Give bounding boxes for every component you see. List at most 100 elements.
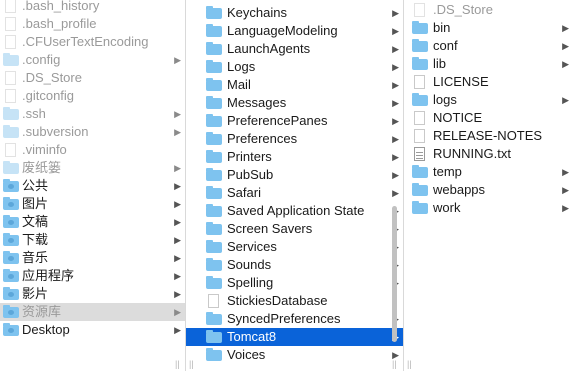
list-item-work[interactable]: work ▶ <box>404 199 573 217</box>
documents-folder-icon <box>3 215 19 228</box>
list-item-printers[interactable]: Printers ▶ <box>186 148 403 166</box>
list-item-item-10[interactable]: 公共 ▶ <box>0 177 185 195</box>
disclosure-arrow-icon: ▶ <box>392 188 399 198</box>
list-item-item-11[interactable]: 图片 ▶ <box>0 195 185 213</box>
list-item-tomcat8[interactable]: Tomcat8▶ <box>186 328 403 346</box>
list-item-screen-savers[interactable]: Screen Savers▶ <box>186 220 403 238</box>
item-label: 废纸篓 <box>22 160 62 175</box>
list-item-item-17[interactable]: 资源库 ▶ <box>0 303 185 321</box>
list-item-ds-store[interactable]: .DS_Store <box>0 69 185 87</box>
list-item-gitconfig[interactable]: .gitconfig <box>0 87 185 105</box>
item-label: Tomcat8 <box>227 329 277 344</box>
item-label: Messages <box>227 95 287 110</box>
list-item-cfusertextencoding[interactable]: .CFUserTextEncoding <box>0 33 185 51</box>
column-resize-handle[interactable]: || <box>189 360 198 369</box>
downloads-folder-icon <box>3 233 19 246</box>
list-item-services[interactable]: Services▶ <box>186 238 403 256</box>
list-item-subversion[interactable]: .subversion ▶ <box>0 123 185 141</box>
list-item-running-txt[interactable]: RUNNING.txt <box>404 145 573 163</box>
folder-icon <box>206 168 222 181</box>
list-item-webapps[interactable]: webapps ▶ <box>404 181 573 199</box>
item-label: PubSub <box>227 167 274 182</box>
item-label: .DS_Store <box>22 70 82 85</box>
list-item-pubsub[interactable]: PubSub ▶ <box>186 166 403 184</box>
item-label: LaunchAgents <box>227 41 311 56</box>
column-resize-handle[interactable]: || <box>392 360 401 369</box>
disclosure-arrow-icon: ▶ <box>392 8 399 18</box>
list-item-languagemodeling[interactable]: LanguageModeling ▶ <box>186 22 403 40</box>
list-item-stickiesdatabase[interactable]: StickiesDatabase <box>186 292 403 310</box>
item-label: 文稿 <box>22 214 49 229</box>
list-item-launchagents[interactable]: LaunchAgents ▶ <box>186 40 403 58</box>
list-item-bash-history[interactable]: .bash_history <box>0 0 185 15</box>
list-item-messages[interactable]: Messages ▶ <box>186 94 403 112</box>
list-item-license[interactable]: LICENSE <box>404 73 573 91</box>
list-item-item-15[interactable]: 应用程序 ▶ <box>0 267 185 285</box>
item-label: NOTICE <box>433 110 483 125</box>
folder-icon <box>3 53 19 66</box>
list-item-syncedpreferences[interactable]: SyncedPreferences▶ <box>186 310 403 328</box>
list-item-item-9[interactable]: 废纸篓 ▶ <box>0 159 185 177</box>
finder-column-library[interactable]: Keychains ▶ LanguageModeling ▶ LaunchAgents ▶… <box>186 0 404 371</box>
list-item-safari[interactable]: Safari ▶ <box>186 184 403 202</box>
list-item-conf[interactable]: conf ▶ <box>404 37 573 55</box>
list-item-item-13[interactable]: 下载 ▶ <box>0 231 185 249</box>
list-item-bin[interactable]: bin ▶ <box>404 19 573 37</box>
document-icon <box>414 111 425 125</box>
disclosure-arrow-icon: ▶ <box>392 170 399 180</box>
folder-icon <box>206 6 222 19</box>
list-item-sounds[interactable]: Sounds▶ <box>186 256 403 274</box>
disclosure-arrow-icon: ▶ <box>562 167 569 177</box>
finder-column-tomcat8[interactable]: .DS_Store bin ▶ conf ▶ lib ▶ LICENSE logs ▶ NOTICE… <box>404 0 573 371</box>
list-item-temp[interactable]: temp ▶ <box>404 163 573 181</box>
movies-folder-icon <box>3 287 19 300</box>
list-item-desktop[interactable]: Desktop ▶ <box>0 321 185 339</box>
list-item-item-12[interactable]: 文稿 ▶ <box>0 213 185 231</box>
disclosure-arrow-icon: ▶ <box>174 163 181 173</box>
folder-icon <box>412 39 428 52</box>
item-label: LanguageModeling <box>227 23 338 38</box>
disclosure-arrow-icon: ▶ <box>562 41 569 51</box>
list-item-bash-profile[interactable]: .bash_profile <box>0 15 185 33</box>
list-item-logs[interactable]: logs ▶ <box>404 91 573 109</box>
folder-icon <box>206 240 222 253</box>
column-resize-handle[interactable]: || <box>175 360 184 369</box>
folder-icon <box>412 93 428 106</box>
item-label: Logs <box>227 59 256 74</box>
folder-icon <box>412 165 428 178</box>
item-label: .config <box>22 52 61 67</box>
list-item-logs[interactable]: Logs ▶ <box>186 58 403 76</box>
list-item-viminfo[interactable]: .viminfo <box>0 141 185 159</box>
list-item-spelling[interactable]: Spelling▶ <box>186 274 403 292</box>
list-item-ds-store[interactable]: .DS_Store <box>404 1 573 19</box>
list-item-saved-application-state[interactable]: Saved Application State▶ <box>186 202 403 220</box>
column-resize-handle[interactable]: || <box>407 360 416 369</box>
list-item-release-notes[interactable]: RELEASE-NOTES <box>404 127 573 145</box>
folder-icon <box>206 132 222 145</box>
list-item-preferencepanes[interactable]: PreferencePanes ▶ <box>186 112 403 130</box>
folder-icon <box>412 201 428 214</box>
item-label: .ssh <box>22 106 46 121</box>
list-item-voices[interactable]: Voices ▶ <box>186 346 403 364</box>
music-folder-icon <box>3 251 19 264</box>
list-item-notice[interactable]: NOTICE <box>404 109 573 127</box>
disclosure-arrow-icon: ▶ <box>174 181 181 191</box>
vertical-scrollbar[interactable] <box>392 206 397 342</box>
document-icon <box>5 0 16 13</box>
list-item-item-14[interactable]: 音乐 ▶ <box>0 249 185 267</box>
public-folder-icon <box>3 179 19 192</box>
list-item-config[interactable]: .config ▶ <box>0 51 185 69</box>
disclosure-arrow-icon: ▶ <box>174 217 181 227</box>
list-item-preferences[interactable]: Preferences ▶ <box>186 130 403 148</box>
list-item-mail[interactable]: Mail ▶ <box>186 76 403 94</box>
folder-icon <box>206 24 222 37</box>
folder-icon <box>206 312 222 325</box>
library-folder-icon <box>3 305 19 318</box>
item-label: .subversion <box>22 124 89 139</box>
item-label: .bash_history <box>22 0 100 13</box>
list-item-item-16[interactable]: 影片 ▶ <box>0 285 185 303</box>
list-item-keychains[interactable]: Keychains ▶ <box>186 4 403 22</box>
finder-column-home[interactable]: .bash_history .bash_profile .CFUserTextEnc… <box>0 0 186 371</box>
list-item-ssh[interactable]: .ssh ▶ <box>0 105 185 123</box>
list-item-lib[interactable]: lib ▶ <box>404 55 573 73</box>
